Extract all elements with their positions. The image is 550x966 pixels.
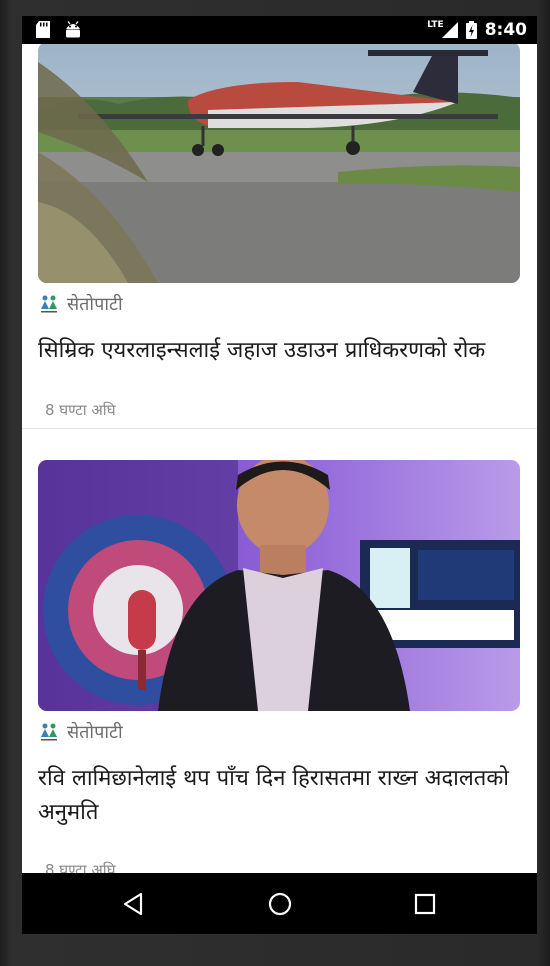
plane-on-runway-photo [38,44,520,283]
source-name: सेतोपाटी [67,722,123,743]
setopati-logo-icon [41,295,57,313]
card-divider [22,428,537,429]
article-headline[interactable]: रवि लामिछानेलाई थप पाँच दिन हिरासतमा राख… [38,762,522,830]
article-time: 8 घण्टा अघि [45,861,116,873]
android-icon [66,21,80,38]
news-feed[interactable]: सेतोपाटी सिम्रिक एयरलाइन्सलाई जहाज उडाउन… [22,44,537,873]
article-time: 8 घण्टा अघि [45,401,116,419]
screen: LTE 8:40 सेतोपाटी सिम्रिक एयरलाइन्सलाई ज… [22,16,537,934]
setopati-logo-icon [41,723,57,741]
article-headline[interactable]: सिम्रिक एयरलाइन्सलाई जहाज उडाउन प्राधिकर… [38,334,522,368]
device-frame: LTE 8:40 सेतोपाटी सिम्रिक एयरलाइन्सलाई ज… [0,0,550,966]
source-row: सेतोपाटी [39,292,123,316]
navigation-bar [22,873,537,934]
clock: 8:40 [484,20,527,40]
man-in-studio-photo [38,460,520,711]
status-bar: LTE 8:40 [22,16,537,44]
home-icon[interactable] [265,889,295,919]
battery-icon [465,21,477,39]
signal-icon [441,22,458,38]
back-icon[interactable] [119,889,149,919]
source-name: सेतोपाटी [67,294,123,315]
sd-card-icon [36,21,50,38]
network-type-label: LTE [427,20,444,30]
article-image[interactable] [38,460,520,711]
source-row: सेतोपाटी [39,720,123,744]
article-image[interactable] [38,44,520,283]
recents-icon[interactable] [410,889,440,919]
